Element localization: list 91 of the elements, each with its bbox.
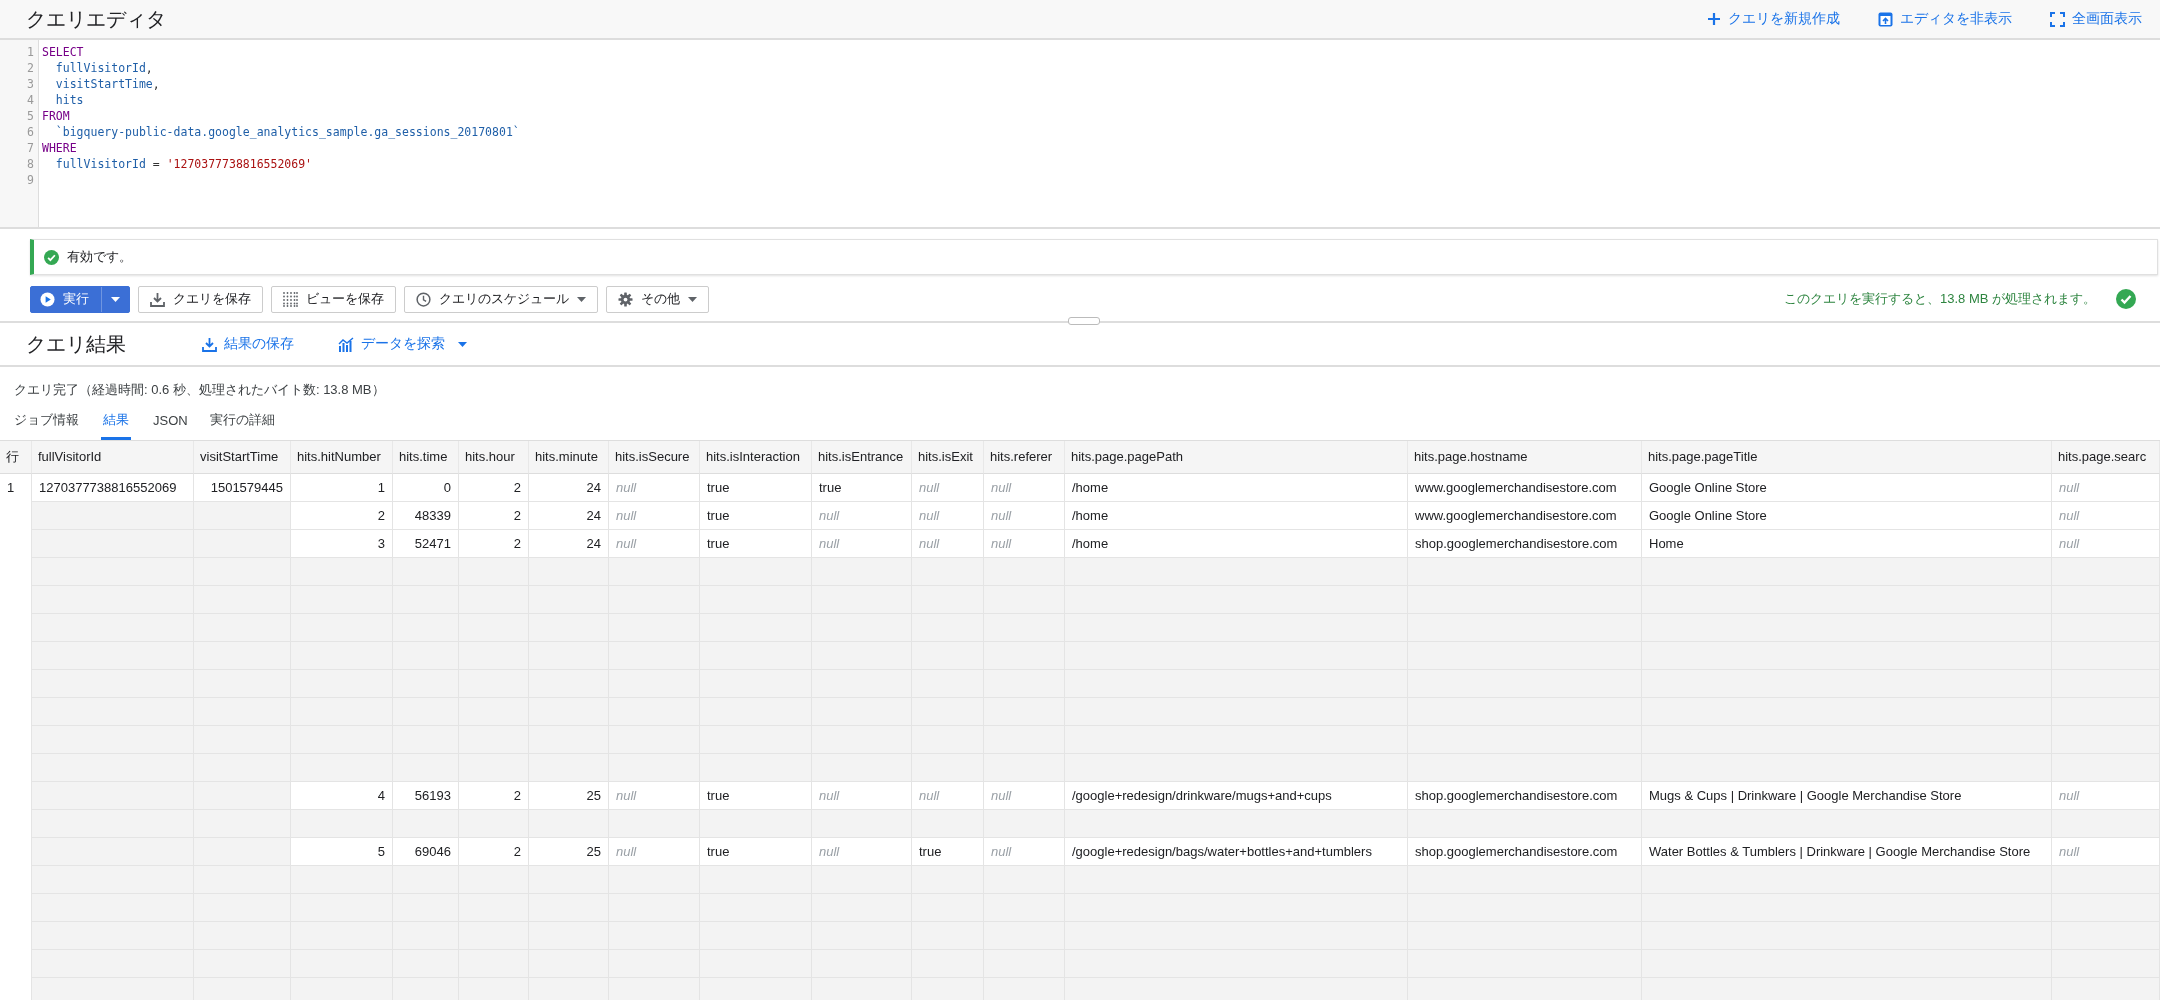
table-cell: null bbox=[984, 474, 1065, 502]
table-cell: www.googlemerchandisestore.com bbox=[1408, 474, 1642, 502]
check-circle-icon bbox=[44, 249, 59, 265]
column-header: hits.minute bbox=[529, 441, 609, 474]
column-header: hits.hour bbox=[459, 441, 529, 474]
header-link[interactable]: エディタを非表示 bbox=[1878, 10, 2012, 28]
code-line: FROM bbox=[42, 108, 71, 124]
download-icon bbox=[150, 291, 165, 307]
table-cell: /home bbox=[1065, 474, 1408, 502]
column-header: hits.hitNumber bbox=[291, 441, 393, 474]
table-cell: true bbox=[700, 502, 812, 530]
upload-box-icon bbox=[1878, 11, 1893, 27]
fullscreen-icon bbox=[2050, 11, 2065, 27]
line-number: 7 bbox=[26, 140, 35, 156]
column-header: hits.page.pagePath bbox=[1065, 441, 1408, 474]
gear-icon bbox=[618, 291, 633, 307]
table-cell: null bbox=[2052, 502, 2160, 530]
table-cell: Google Online Store bbox=[1642, 502, 2052, 530]
results-tab[interactable]: JSON bbox=[153, 411, 200, 440]
play-icon bbox=[40, 291, 55, 307]
table-cell: null bbox=[609, 474, 700, 502]
table-cell: /home bbox=[1065, 502, 1408, 530]
table-cell: null bbox=[912, 474, 984, 502]
table-cell: 24 bbox=[529, 474, 609, 502]
line-number: 8 bbox=[26, 156, 35, 172]
row-number: 1 bbox=[0, 474, 32, 502]
header-link[interactable]: クエリを新規作成 bbox=[1707, 10, 1840, 28]
table-cell: null bbox=[2052, 474, 2160, 502]
line-number: 4 bbox=[26, 92, 35, 108]
table-cell: Google Online Store bbox=[1642, 474, 2052, 502]
resize-handle[interactable] bbox=[1068, 317, 1100, 325]
code-line: fullVisitorId = '1270377738816552069' bbox=[54, 156, 314, 172]
table-cell: 48339 bbox=[393, 502, 459, 530]
line-number: 6 bbox=[26, 124, 35, 140]
table-cell: 0 bbox=[393, 474, 459, 502]
results-tab[interactable]: 実行の詳細 bbox=[209, 411, 287, 440]
line-number: 2 bbox=[26, 60, 35, 76]
toolbar-button[interactable]: その他 bbox=[606, 285, 709, 313]
column-header: hits.isEntrance bbox=[812, 441, 912, 474]
column-header: hits.isSecure bbox=[609, 441, 700, 474]
table-cell: null bbox=[609, 502, 700, 530]
line-number: 1 bbox=[26, 44, 35, 60]
column-header: hits.page.hostname bbox=[1408, 441, 1642, 474]
column-header: fullVisitorId bbox=[32, 441, 194, 474]
table-cell: null bbox=[812, 502, 912, 530]
editor-title: クエリエディタ bbox=[26, 6, 167, 32]
dot-grid-icon bbox=[283, 291, 298, 307]
validation-message: 有効です。 bbox=[67, 248, 132, 266]
bar-chart-icon bbox=[338, 336, 354, 352]
download-icon bbox=[202, 336, 217, 352]
column-header: 行 bbox=[0, 441, 32, 474]
column-header: hits.time bbox=[393, 441, 459, 474]
table-cell: 2 bbox=[459, 502, 529, 530]
code-line: SELECT bbox=[42, 44, 85, 60]
results-title: クエリ結果 bbox=[26, 331, 127, 357]
bytes-estimate: このクエリを実行すると、13.8 MB が処理されます。 bbox=[1783, 290, 2096, 308]
toolbar-button[interactable]: クエリのスケジュール bbox=[404, 285, 598, 313]
column-header: hits.page.pageTitle bbox=[1642, 441, 2052, 474]
results-tab[interactable]: ジョブ情報 bbox=[14, 411, 91, 440]
column-header: hits.isExit bbox=[912, 441, 984, 474]
table-cell: 24 bbox=[529, 502, 609, 530]
code-line: WHERE bbox=[42, 140, 78, 156]
table-cell: null bbox=[984, 502, 1065, 530]
column-header: hits.isInteraction bbox=[700, 441, 812, 474]
check-circle-icon bbox=[2116, 289, 2136, 309]
code-line: fullVisitorId, bbox=[54, 60, 154, 76]
clock-icon bbox=[416, 291, 431, 307]
toolbar-button[interactable]: クエリを保存 bbox=[138, 285, 263, 313]
table-cell: true bbox=[700, 474, 812, 502]
column-header: hits.referer bbox=[984, 441, 1065, 474]
results-link[interactable]: 結果の保存 bbox=[202, 335, 294, 353]
column-header: hits.page.searc bbox=[2052, 441, 2160, 474]
line-number: 3 bbox=[26, 76, 35, 92]
table-cell: www.googlemerchandisestore.com bbox=[1408, 502, 1642, 530]
table-cell: 2 bbox=[291, 502, 393, 530]
code-line: `bigquery-public-data.google_analytics_sample.ga_sessions_20170801` bbox=[54, 124, 520, 140]
table-cell: null bbox=[912, 502, 984, 530]
line-number: 5 bbox=[26, 108, 35, 124]
query-status: クエリ完了（経過時間: 0.6 秒、処理されたバイト数: 13.8 MB） bbox=[13, 381, 386, 399]
table-cell: 2 bbox=[459, 474, 529, 502]
column-header: visitStartTime bbox=[194, 441, 291, 474]
results-link[interactable]: データを探索 bbox=[338, 335, 467, 353]
line-number: 9 bbox=[26, 172, 35, 188]
table-cell: 1 bbox=[291, 474, 393, 502]
header-link[interactable]: 全画面表示 bbox=[2050, 10, 2142, 28]
run-button[interactable]: 実行 bbox=[30, 285, 130, 313]
plus-icon bbox=[1707, 12, 1721, 26]
toolbar-button[interactable]: ビューを保存 bbox=[271, 285, 396, 313]
code-line: visitStartTime, bbox=[54, 76, 161, 92]
code-line: hits bbox=[54, 92, 85, 108]
table-cell: true bbox=[812, 474, 912, 502]
